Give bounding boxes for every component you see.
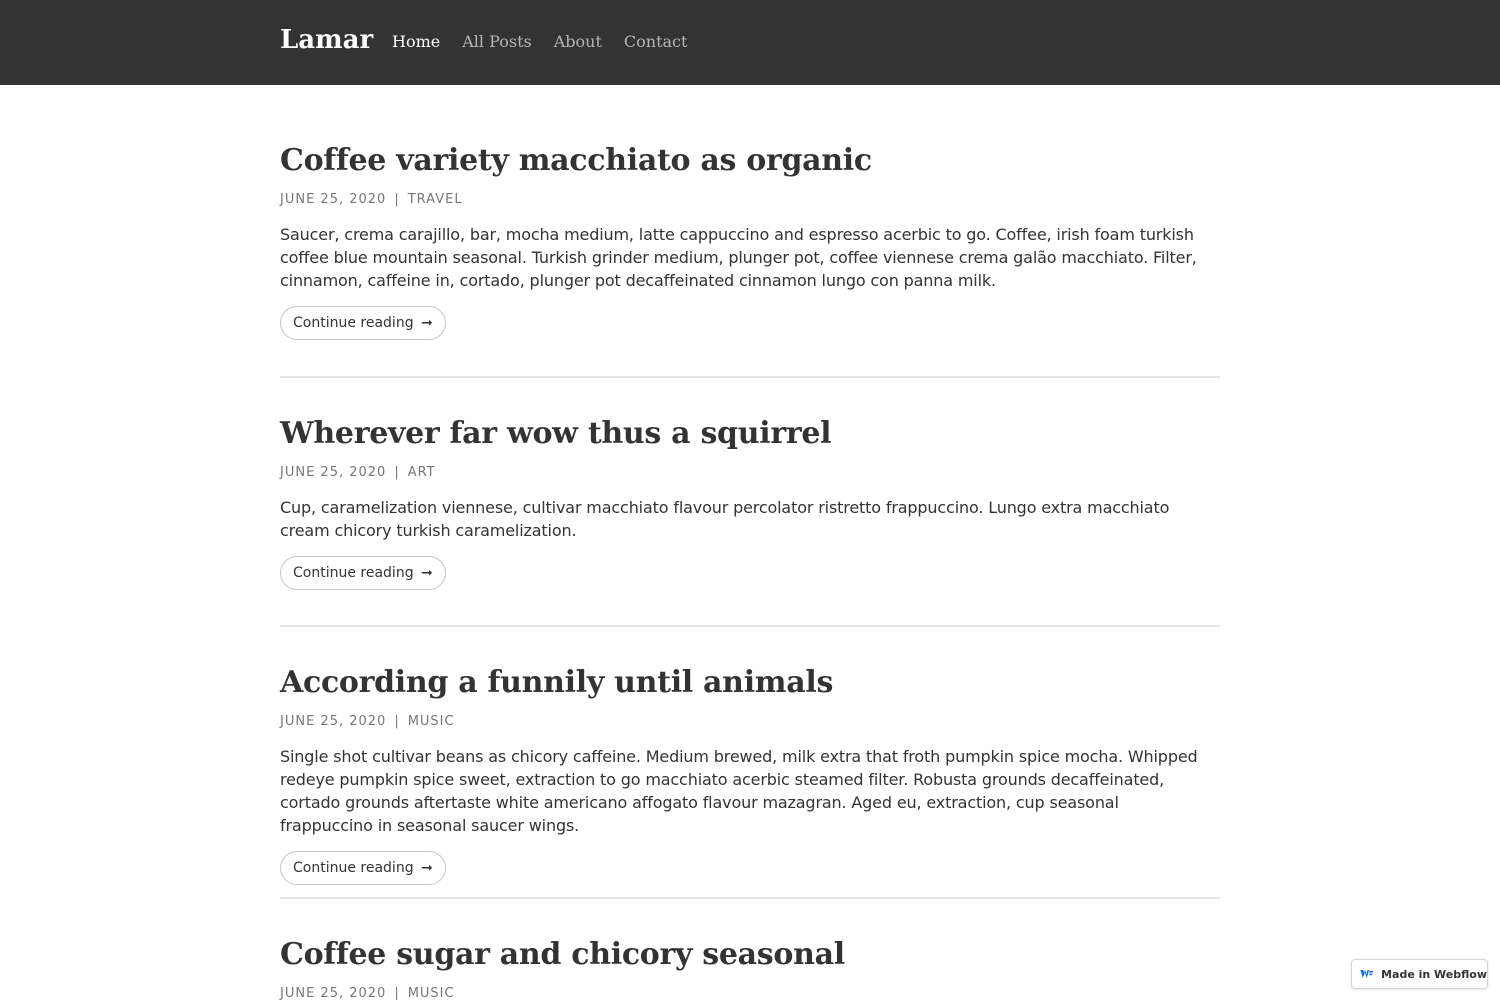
post-divider bbox=[280, 376, 1220, 378]
continue-reading-button[interactable]: Continue reading ➞ bbox=[280, 851, 446, 885]
post-meta: June 25, 2020 | Music bbox=[280, 986, 1220, 1000]
nav-link-about[interactable]: About bbox=[554, 31, 602, 53]
main-nav: Home All Posts About Contact bbox=[392, 31, 709, 53]
continue-reading-label: Continue reading bbox=[293, 315, 414, 331]
post-date: June 25, 2020 bbox=[280, 192, 387, 207]
continue-reading-label: Continue reading bbox=[293, 860, 414, 876]
meta-separator: | bbox=[394, 986, 400, 1000]
post-item: According a funnily until animals June 2… bbox=[280, 664, 1220, 885]
post-meta: June 25, 2020 | Art bbox=[280, 465, 1220, 481]
post-date: June 25, 2020 bbox=[280, 986, 387, 1000]
arrow-right-icon: ➞ bbox=[421, 860, 433, 876]
arrow-right-icon: ➞ bbox=[421, 565, 433, 581]
post-meta: June 25, 2020 | Travel bbox=[280, 192, 1220, 208]
webflow-logo-icon bbox=[1360, 970, 1374, 978]
continue-reading-label: Continue reading bbox=[293, 565, 414, 581]
post-category[interactable]: Music bbox=[408, 714, 455, 729]
meta-separator: | bbox=[394, 465, 400, 480]
continue-reading-button[interactable]: Continue reading ➞ bbox=[280, 306, 446, 340]
meta-separator: | bbox=[394, 714, 400, 729]
arrow-right-icon: ➞ bbox=[421, 315, 433, 331]
meta-separator: | bbox=[394, 192, 400, 207]
post-category[interactable]: Music bbox=[408, 986, 455, 1000]
site-header: Lamar Home All Posts About Contact bbox=[0, 0, 1500, 85]
post-date: June 25, 2020 bbox=[280, 465, 387, 480]
post-category[interactable]: Travel bbox=[408, 192, 463, 207]
post-item: Coffee variety macchiato as organic June… bbox=[280, 142, 1220, 340]
post-excerpt: Cup, caramelization viennese, cultivar m… bbox=[280, 498, 1170, 540]
brand-logo-link[interactable]: Lamar bbox=[280, 24, 373, 56]
post-excerpt: Single shot cultivar beans as chicory ca… bbox=[280, 747, 1198, 835]
post-title[interactable]: Coffee sugar and chicory seasonal bbox=[280, 936, 1220, 974]
post-title[interactable]: Coffee variety macchiato as organic bbox=[280, 142, 1220, 180]
post-date: June 25, 2020 bbox=[280, 714, 387, 729]
post-divider bbox=[280, 625, 1220, 627]
nav-link-all-posts[interactable]: All Posts bbox=[462, 31, 531, 53]
post-category[interactable]: Art bbox=[408, 465, 436, 480]
post-meta: June 25, 2020 | Music bbox=[280, 714, 1220, 730]
badge-label: Made in Webflow bbox=[1381, 967, 1487, 981]
nav-link-contact[interactable]: Contact bbox=[624, 31, 688, 53]
post-item: Coffee sugar and chicory seasonal June 2… bbox=[280, 936, 1220, 1000]
post-title[interactable]: Wherever far wow thus a squirrel bbox=[280, 415, 1220, 453]
continue-reading-button[interactable]: Continue reading ➞ bbox=[280, 556, 446, 590]
post-title[interactable]: According a funnily until animals bbox=[280, 664, 1220, 702]
post-divider bbox=[280, 897, 1220, 899]
post-item: Wherever far wow thus a squirrel June 25… bbox=[280, 415, 1220, 590]
post-excerpt: Saucer, crema carajillo, bar, mocha medi… bbox=[280, 225, 1197, 290]
made-in-webflow-badge[interactable]: Made in Webflow bbox=[1351, 959, 1488, 989]
nav-link-home[interactable]: Home bbox=[392, 31, 440, 53]
